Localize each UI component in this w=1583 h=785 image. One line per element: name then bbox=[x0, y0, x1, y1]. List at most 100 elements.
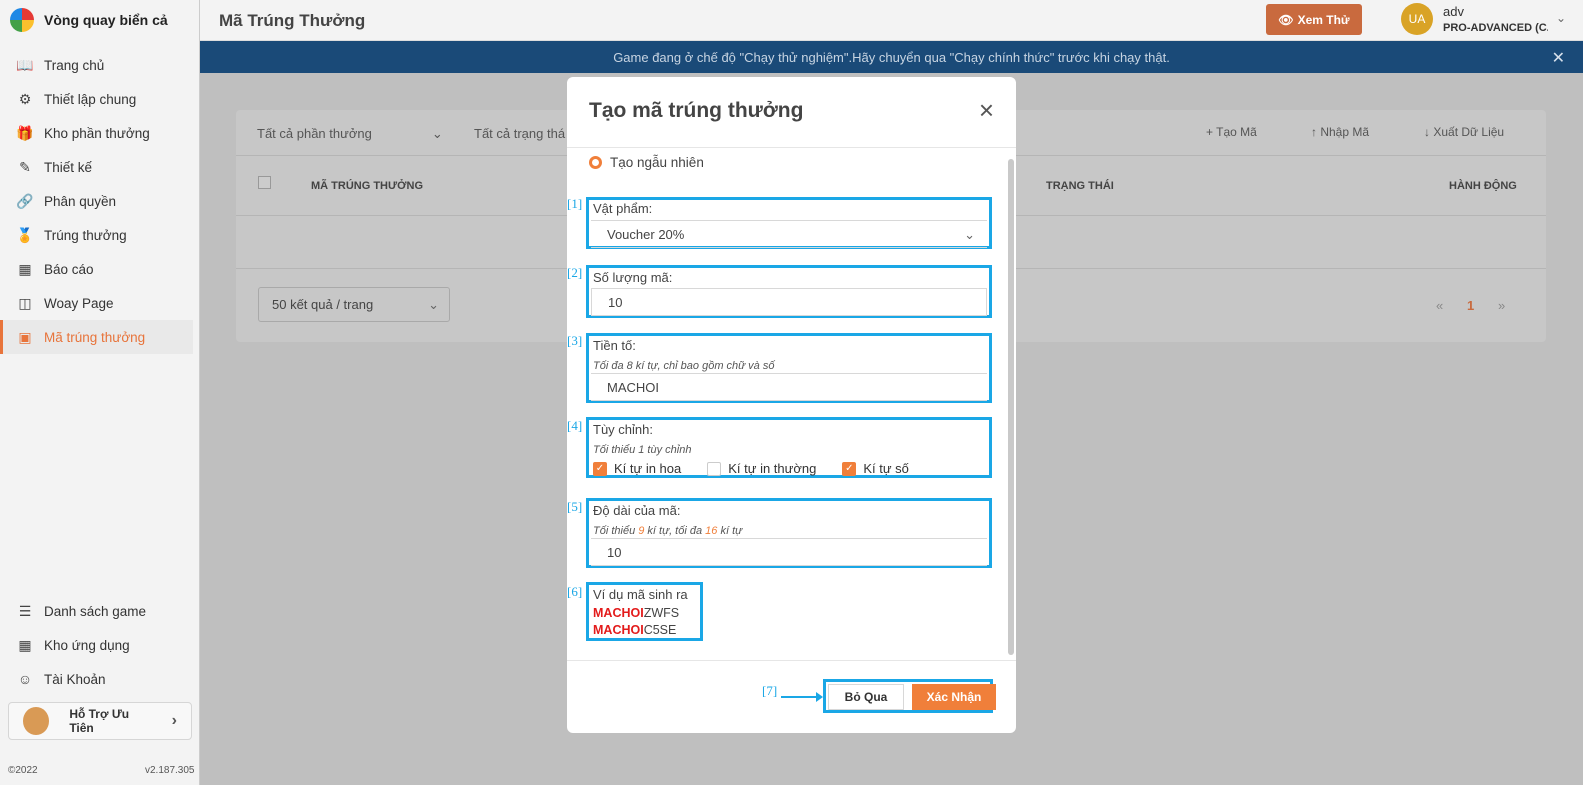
divider bbox=[567, 660, 1016, 661]
uppercase-label: Kí tự in hoa bbox=[614, 461, 682, 476]
import-code-button[interactable]: ↑ Nhập Mã bbox=[1311, 125, 1369, 139]
length-note: Tối thiểu 9 kí tự, tối đa 16 kí tự bbox=[593, 525, 742, 537]
confirm-button[interactable]: Xác Nhận bbox=[912, 684, 996, 710]
length-input[interactable]: 10 bbox=[591, 538, 987, 566]
sample-codes: Ví dụ mã sinh ra MACHOIZWFS MACHOIC5SE bbox=[586, 582, 703, 641]
sidebar-item-label: Trang chủ bbox=[44, 57, 105, 73]
link-icon: 🔗 bbox=[16, 192, 34, 209]
digit-checkbox[interactable]: ✓ Kí tự số bbox=[842, 461, 909, 476]
length-note-text: Tối thiểu bbox=[593, 525, 639, 537]
random-mode-radio[interactable]: Tạo ngẫu nhiên bbox=[589, 155, 704, 170]
preview-button-label: Xem Thử bbox=[1297, 12, 1350, 27]
sidebar-item-design[interactable]: ✎ Thiết kế bbox=[0, 150, 199, 184]
item-select[interactable]: Voucher 20% ⌄ bbox=[591, 220, 987, 248]
export-data-label: Xuất Dữ Liệu bbox=[1433, 125, 1505, 139]
chevron-down-icon: ⌄ bbox=[428, 297, 439, 312]
modal-actions: Bỏ Qua Xác Nhận bbox=[823, 679, 996, 713]
gear-icon: ⚙ bbox=[18, 90, 32, 107]
sidebar-item-home[interactable]: 📖 Trang chủ bbox=[0, 48, 199, 82]
lowercase-checkbox[interactable]: Kí tự in thường bbox=[707, 461, 816, 476]
radio-selected-icon bbox=[589, 156, 602, 169]
close-icon[interactable]: ✕ bbox=[1552, 48, 1565, 68]
sidebar: Vòng quay biển cả 📖 Trang chủ ⚙ Thiết lập … bbox=[0, 0, 200, 785]
sidebar-item-permissions[interactable]: 🔗 Phân quyền bbox=[0, 184, 199, 218]
award-icon: 🏅 bbox=[16, 226, 34, 243]
select-all-checkbox[interactable] bbox=[258, 176, 271, 189]
length-note-text: kí tự bbox=[717, 525, 743, 537]
current-page[interactable]: 1 bbox=[1467, 298, 1474, 313]
user-name[interactable]: adv bbox=[1443, 4, 1464, 19]
sidebar-item-app-store[interactable]: ▦ Kho ứng dụng bbox=[0, 628, 199, 662]
length-label: Độ dài của mã: bbox=[593, 503, 681, 518]
apps-icon: ▦ bbox=[18, 636, 32, 653]
sidebar-item-label: Báo cáo bbox=[44, 261, 94, 277]
sidebar-nav: 📖 Trang chủ ⚙ Thiết lập chung 🎁 Kho phần th… bbox=[0, 48, 199, 354]
sidebar-item-winners[interactable]: 🏅 Trúng thưởng bbox=[0, 218, 199, 252]
lowercase-label: Kí tự in thường bbox=[728, 461, 817, 476]
annotation-5: [5] bbox=[567, 499, 583, 514]
support-label: Hỗ Trợ Ưu Tiên bbox=[69, 707, 130, 735]
prefix-field: Tiền tố: Tối đa 8 kí tự, chỉ bao gồm chữ… bbox=[586, 333, 992, 403]
preview-button[interactable]: 👁 Xem Thử bbox=[1266, 4, 1362, 35]
sidebar-item-label: Phân quyền bbox=[44, 193, 117, 209]
plus-icon: + bbox=[1206, 125, 1214, 139]
column-header-status: TRẠNG THÁI bbox=[1046, 180, 1114, 192]
status-filter[interactable]: Tất cả trạng thá bbox=[474, 126, 565, 141]
topbar: Mã Trúng Thưởng 👁 Xem Thử UA adv PRO-ADVA… bbox=[200, 0, 1583, 41]
logo-icon bbox=[10, 8, 34, 32]
sidebar-item-label: Thiết lập chung bbox=[44, 91, 137, 107]
prize-filter[interactable]: Tất cả phần thưởng ⌄ bbox=[257, 126, 443, 142]
chevron-right-icon: › bbox=[171, 712, 177, 729]
sidebar-item-label: Trúng thưởng bbox=[44, 227, 127, 243]
sidebar-item-woay-page[interactable]: ◫ Woay Page bbox=[0, 286, 199, 320]
uppercase-checkbox[interactable]: ✓ Kí tự in hoa bbox=[593, 461, 681, 476]
sidebar-bottom-nav: ☰ Danh sách game ▦ Kho ứng dụng ☺ Tài Khoản bbox=[0, 594, 199, 696]
quantity-input[interactable]: 10 bbox=[591, 288, 987, 316]
close-icon[interactable]: × bbox=[979, 97, 994, 123]
page-size-select[interactable]: 50 kết quả / trang ⌄ bbox=[258, 287, 450, 322]
prev-page-button[interactable]: « bbox=[1436, 298, 1443, 313]
arrow-icon bbox=[781, 692, 823, 702]
create-code-button[interactable]: + Tạo Mã bbox=[1206, 125, 1257, 139]
length-max: 16 bbox=[705, 525, 718, 537]
chevron-down-icon[interactable]: ⌄ bbox=[1556, 11, 1566, 25]
layout-icon: ◫ bbox=[18, 294, 32, 311]
app-name: Vòng quay biển cả bbox=[44, 12, 168, 28]
sidebar-item-winning-codes[interactable]: ▣ Mã trúng thưởng bbox=[0, 320, 193, 354]
sidebar-item-label: Kho phần thưởng bbox=[44, 125, 150, 141]
user-icon: ☺ bbox=[17, 671, 33, 687]
next-page-button[interactable]: » bbox=[1498, 298, 1505, 313]
sample-suffix: ZWFS bbox=[643, 606, 680, 620]
gift-icon: 🎁 bbox=[16, 124, 34, 141]
prefix-input[interactable]: MACHOI bbox=[591, 373, 987, 401]
chevron-down-icon: ⌄ bbox=[431, 126, 443, 141]
column-header-code: MÃ TRÚNG THƯỞNG bbox=[311, 180, 423, 192]
user-plan[interactable]: PRO-ADVANCED (C... bbox=[1443, 22, 1548, 34]
avatar[interactable]: UA bbox=[1401, 3, 1433, 35]
export-data-button[interactable]: ↓ Xuất Dữ Liệu bbox=[1424, 125, 1504, 139]
brand[interactable]: Vòng quay biển cả bbox=[0, 0, 199, 40]
custom-options: ✓ Kí tự in hoa Kí tự in thường ✓ Kí tự số bbox=[593, 461, 935, 476]
sidebar-item-account[interactable]: ☺ Tài Khoản bbox=[0, 662, 199, 696]
sidebar-item-settings[interactable]: ⚙ Thiết lập chung bbox=[0, 82, 199, 116]
chevron-down-icon: ⌄ bbox=[964, 227, 975, 242]
sample-code-1: MACHOIZWFS bbox=[593, 606, 679, 620]
sidebar-item-label: Mã trúng thưởng bbox=[44, 329, 146, 345]
sidebar-item-game-list[interactable]: ☰ Danh sách game bbox=[0, 594, 199, 628]
sample-prefix: MACHOI bbox=[593, 606, 644, 620]
checkbox-empty-icon bbox=[707, 461, 722, 476]
banner-text: Game đang ở chế độ "Chạy thử nghiệm".Hãy… bbox=[613, 49, 1170, 65]
quantity-field: Số lượng mã: 10 bbox=[586, 265, 992, 318]
sidebar-item-reports[interactable]: ▦ Báo cáo bbox=[0, 252, 199, 286]
cancel-button[interactable]: Bỏ Qua bbox=[828, 684, 904, 710]
prize-filter-label: Tất cả phần thưởng bbox=[257, 126, 372, 141]
status-filter-label: Tất cả trạng thá bbox=[474, 126, 566, 141]
edit-icon: ✎ bbox=[19, 158, 31, 175]
priority-support-button[interactable]: Hỗ Trợ Ưu Tiên › bbox=[8, 702, 192, 740]
annotation-1: [1] bbox=[567, 196, 583, 211]
sidebar-item-label: Kho ứng dụng bbox=[44, 637, 130, 653]
menu-icon: ☰ bbox=[18, 602, 32, 619]
support-avatar bbox=[23, 707, 50, 735]
sidebar-item-prizes[interactable]: 🎁 Kho phần thưởng bbox=[0, 116, 199, 150]
scrollbar[interactable] bbox=[1008, 159, 1014, 655]
